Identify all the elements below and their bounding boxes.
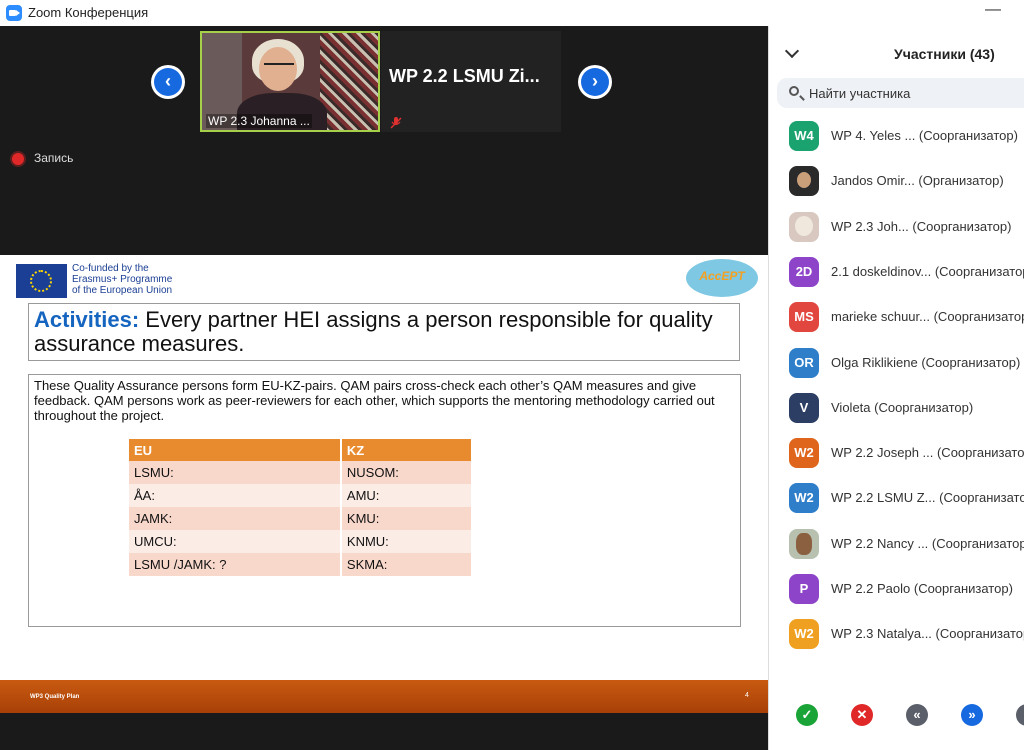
participant-name: marieke schuur... (Соорганизатор): [831, 309, 1024, 325]
avatar: W2: [789, 438, 819, 469]
footer-text: WP3 Quality Plan: [30, 694, 80, 700]
participant-row[interactable]: P WP 2.2 Paolo (Соорганизатор): [769, 569, 1024, 614]
participant-row[interactable]: WP 2.2 Nancy ... (Соорганизатор): [769, 524, 1024, 569]
participant-row[interactable]: W2 WP 2.2 LSMU Z... (Соорганизатор): [769, 478, 1024, 523]
close-icon[interactable]: ✕: [851, 704, 873, 726]
avatar: V: [789, 392, 819, 423]
avatar: [789, 211, 819, 242]
table-cell: JAMK:: [129, 507, 342, 530]
table-header: EU: [129, 439, 342, 461]
table-row: LSMU /JAMK: ? SKMA:: [129, 553, 474, 576]
recording-label: Запись: [34, 151, 74, 165]
mic-muted-icon: [390, 117, 402, 129]
fast-forward-icon[interactable]: »: [961, 704, 983, 726]
chevron-right-icon: ›: [581, 68, 609, 96]
avatar: [789, 166, 819, 197]
table-cell: LSMU /JAMK: ?: [129, 553, 342, 576]
participant-row[interactable]: W2 WP 2.2 Joseph ... (Соорганизатор): [769, 433, 1024, 478]
avatar: W2: [789, 619, 819, 650]
video-tile-name: WP 2.3 Johanna ...: [206, 114, 312, 128]
shared-slide: Co-funded by the Erasmus+ Programme of t…: [0, 255, 768, 713]
video-tile-lsmu[interactable]: WP 2.2 LSMU Zi...: [381, 31, 561, 132]
eu-flag-icon: [16, 264, 67, 298]
table-cell: SKMA:: [340, 553, 474, 576]
video-tile-name: WP 2.2 LSMU Zi...: [389, 66, 540, 86]
title-bar: Zoom Конференция —: [0, 0, 1024, 27]
table-cell: NUSOM:: [340, 461, 474, 484]
avatar: OR: [789, 347, 819, 378]
participant-name: WP 2.2 Joseph ... (Соорганизатор): [831, 445, 1024, 461]
participant-name: WP 2.3 Natalya... (Соорганизатор): [831, 626, 1024, 642]
project-logo: AccEPT: [686, 259, 758, 297]
qam-pairs-table: EU KZ LSMU: NUSOM: ÅA: AMU: JAMK: KMU: U…: [129, 439, 474, 576]
table-row: JAMK: KMU:: [129, 507, 474, 530]
eu-cofunded-text: Co-funded by the Erasmus+ Programme of t…: [72, 263, 173, 296]
participant-row[interactable]: V Violeta (Соорганизатор): [769, 388, 1024, 433]
avatar: 2D: [789, 256, 819, 287]
participant-name: 2.1 doskeldinov... (Соорганизатор): [831, 263, 1024, 279]
table-header: KZ: [340, 439, 474, 461]
window-title: Zoom Конференция: [28, 5, 149, 20]
participant-name: Jandos Omir... (Организатор): [831, 173, 1004, 189]
table-row: LSMU: NUSOM:: [129, 461, 474, 484]
participant-name: WP 2.3 Joh... (Соорганизатор): [831, 218, 1012, 234]
search-icon: [789, 86, 799, 96]
table-cell: LSMU:: [129, 461, 342, 484]
slide-footer: WP3 Quality Plan 4: [0, 680, 768, 713]
participant-name: WP 4. Yeles ... (Соорганизатор): [831, 128, 1018, 143]
search-placeholder: Найти участника: [809, 86, 911, 101]
participant-row[interactable]: WP 2.3 Joh... (Соорганизатор): [769, 207, 1024, 252]
participants-panel: Участники (43) Найти участника W4 WP 4. Y…: [768, 26, 1024, 750]
video-tile-johanna[interactable]: WP 2.3 Johanna ...: [200, 31, 380, 132]
reaction-icons: ✓ ✕ « » •: [769, 702, 1024, 732]
participant-row[interactable]: Jandos Omir... (Организатор): [769, 161, 1024, 206]
avatar: W2: [789, 483, 819, 514]
avatar: W4: [789, 121, 819, 151]
participant-row[interactable]: W2 WP 2.3 Natalya... (Соорганизатор): [769, 614, 1024, 659]
participant-name: Violeta (Соорганизатор): [831, 399, 974, 415]
check-icon[interactable]: ✓: [796, 704, 818, 726]
participant-name: WP 2.2 Paolo (Соорганизатор): [831, 581, 1013, 596]
activities-heading: Activities: Every partner HEI assigns a …: [28, 303, 740, 361]
chevron-down-icon[interactable]: [784, 43, 800, 59]
chevron-left-icon: ‹: [154, 68, 182, 96]
avatar: [789, 528, 819, 559]
table-row: ÅA: AMU:: [129, 484, 474, 507]
table-cell: KMU:: [340, 507, 474, 530]
table-cell: KNMU:: [340, 530, 474, 553]
rewind-icon[interactable]: «: [906, 704, 928, 726]
next-page-button[interactable]: ›: [578, 65, 612, 99]
participant-name: Olga Riklikiene (Соорганизатор): [831, 354, 1021, 370]
participant-row[interactable]: 2D 2.1 doskeldinov... (Соорганизатор): [769, 252, 1024, 297]
recording-icon: [12, 153, 24, 165]
slide-page-number: 4: [745, 692, 749, 699]
avatar: MS: [789, 302, 819, 333]
participant-row[interactable]: W4 WP 4. Yeles ... (Соорганизатор): [769, 116, 1024, 161]
table-row: UMCU: KNMU:: [129, 530, 474, 553]
table-cell: UMCU:: [129, 530, 342, 553]
participant-name: WP 2.2 LSMU Z... (Соорганизатор): [831, 490, 1024, 506]
video-strip: ‹ WP 2.3 Johanna ... WP 2.2 LSMU Zi... ›…: [0, 26, 768, 231]
previous-page-button[interactable]: ‹: [151, 65, 185, 99]
minimize-button[interactable]: —: [985, 1, 1001, 19]
table-cell: AMU:: [340, 484, 474, 507]
zoom-logo-icon: [6, 5, 22, 21]
participant-name: WP 2.2 Nancy ... (Соорганизатор): [831, 535, 1024, 551]
participant-row[interactable]: OR Olga Riklikiene (Соорганизатор): [769, 343, 1024, 388]
activities-label: Activities:: [34, 307, 140, 332]
qam-paragraph: These Quality Assurance persons form EU-…: [34, 378, 715, 423]
avatar: P: [789, 574, 819, 604]
participants-title: Участники (43): [894, 46, 995, 62]
content-box: These Quality Assurance persons form EU-…: [28, 374, 741, 627]
participant-search-input[interactable]: Найти участника: [777, 78, 1024, 108]
table-cell: ÅA:: [129, 484, 342, 507]
more-icon[interactable]: •: [1016, 704, 1024, 726]
meeting-area: ‹ WP 2.3 Johanna ... WP 2.2 LSMU Zi... ›…: [0, 26, 768, 750]
participant-row[interactable]: MS marieke schuur... (Соорганизатор): [769, 297, 1024, 342]
table-header-row: EU KZ: [129, 439, 474, 461]
